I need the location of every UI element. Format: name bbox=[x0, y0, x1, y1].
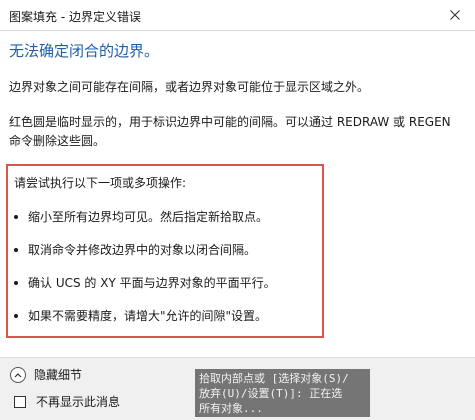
list-item: 缩小至所有边界均可见。然后指定新拾取点。 bbox=[14, 209, 322, 225]
list-item: 确认 UCS 的 XY 平面与边界对象的平面平行。 bbox=[14, 275, 322, 291]
command-line-text: 所有对象... bbox=[199, 402, 263, 415]
suggested-actions-box: 请尝试执行以下一项或多项操作: 缩小至所有边界均可见。然后指定新拾取点。 取消命… bbox=[6, 164, 324, 338]
close-button[interactable] bbox=[435, 0, 475, 30]
explanation-text: 边界对象之间可能存在间隔，或者边界对象可能位于显示区域之外。 bbox=[9, 80, 370, 94]
hide-details-toggle[interactable]: 隐藏细节 bbox=[10, 366, 82, 383]
action-text: 确认 UCS 的 XY 平面与边界对象的平面平行。 bbox=[28, 276, 276, 290]
action-text: 取消命令并修改边界中的对象以闭合间隔。 bbox=[28, 243, 257, 257]
action-text: 如果不需要精度，请增大"允许的间隙"设置。 bbox=[28, 309, 268, 323]
command-line-text: 拾取内部点或 [选择对象(S)/ bbox=[199, 372, 349, 385]
action-text: 缩小至所有边界均可见。然后指定新拾取点。 bbox=[28, 210, 269, 224]
hatch-boundary-error-dialog: 图案填充 - 边界定义错误 无法确定闭合的边界。 边界对象之间可能存在间隔，或者… bbox=[0, 0, 475, 420]
bullet-icon bbox=[14, 248, 18, 252]
details-label: 隐藏细节 bbox=[34, 368, 83, 382]
bullet-icon bbox=[14, 281, 18, 285]
main-instruction: 无法确定闭合的边界。 bbox=[9, 42, 160, 60]
dont-show-label: 不再显示此消息 bbox=[36, 395, 121, 409]
bullet-icon bbox=[14, 314, 18, 318]
command-line-tooltip: 拾取内部点或 [选择对象(S)/ 放弃(U)/设置(T)]: 正在选 所有对象.… bbox=[195, 369, 370, 417]
actions-intro: 请尝试执行以下一项或多项操作: bbox=[14, 176, 187, 190]
title-bar: 图案填充 - 边界定义错误 bbox=[0, 0, 475, 31]
command-line-text: 放弃(U)/设置(T)]: 正在选 bbox=[199, 387, 343, 400]
dont-show-checkbox[interactable] bbox=[14, 395, 26, 408]
list-item: 如果不需要精度，请增大"允许的间隙"设置。 bbox=[14, 308, 322, 324]
chevron-up-icon bbox=[10, 366, 26, 383]
window-title: 图案填充 - 边界定义错误 bbox=[9, 10, 141, 24]
close-icon bbox=[450, 10, 460, 20]
bullet-icon bbox=[14, 215, 18, 219]
red-circle-note: 红色圆是临时显示的，用于标识边界中可能的间隔。可以通过 REDRAW 或 REG… bbox=[9, 115, 451, 148]
list-item: 取消命令并修改边界中的对象以闭合间隔。 bbox=[14, 242, 322, 258]
dont-show-again-option[interactable]: 不再显示此消息 bbox=[14, 393, 120, 410]
